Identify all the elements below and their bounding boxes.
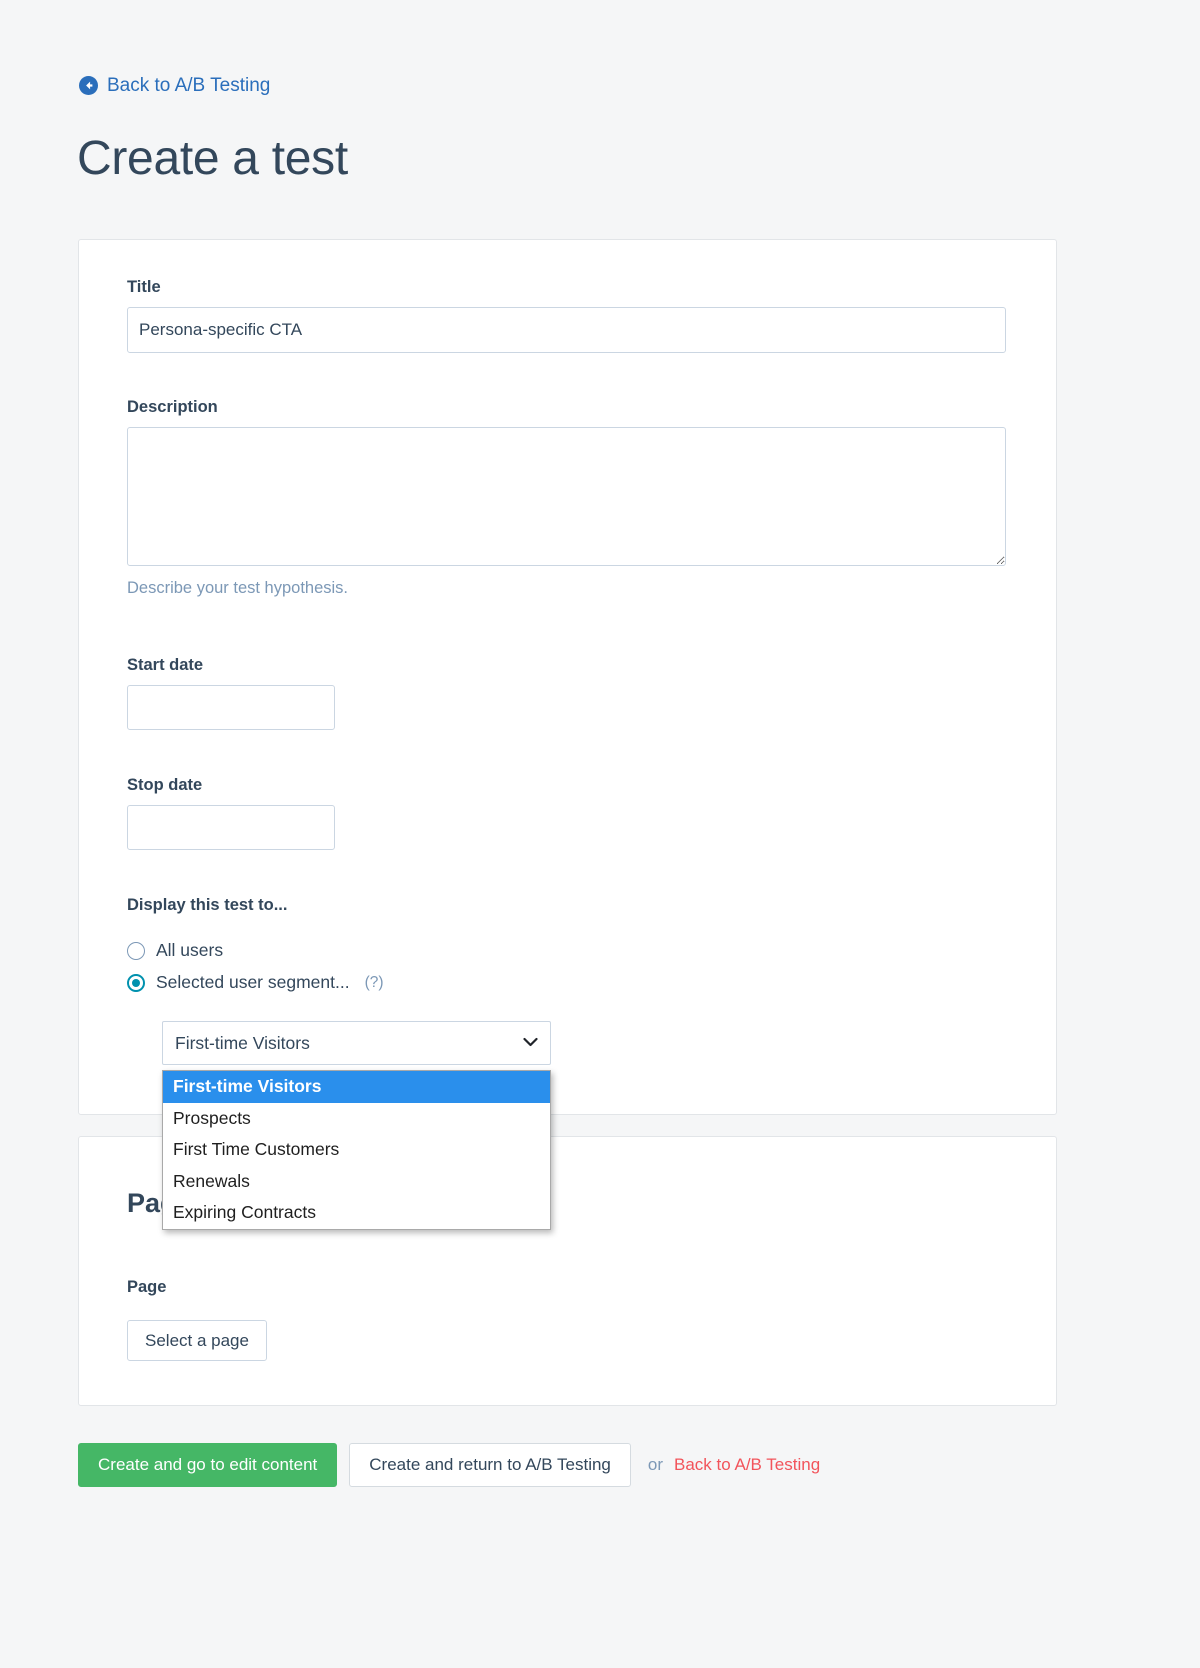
create-and-return-button[interactable]: Create and return to A/B Testing: [349, 1443, 631, 1487]
display-group-label: Display this test to...: [127, 896, 287, 915]
title-input[interactable]: [127, 307, 1006, 353]
radio-option-selected-segment[interactable]: Selected user segment... (?): [127, 974, 384, 992]
stop-date-label: Stop date: [127, 776, 202, 795]
cancel-back-link[interactable]: Back to A/B Testing: [674, 1455, 820, 1475]
create-and-edit-content-button[interactable]: Create and go to edit content: [78, 1443, 337, 1487]
dropdown-option[interactable]: Expiring Contracts: [163, 1197, 550, 1229]
dropdown-option[interactable]: First Time Customers: [163, 1134, 550, 1166]
segment-select-value: First-time Visitors: [175, 1033, 523, 1054]
segment-select[interactable]: First-time Visitors: [162, 1021, 551, 1065]
form-actions: Create and go to edit content Create and…: [78, 1443, 820, 1487]
chevron-down-icon: [523, 1034, 538, 1052]
or-separator: or: [648, 1455, 663, 1475]
dropdown-option[interactable]: Prospects: [163, 1103, 550, 1135]
description-textarea[interactable]: [127, 427, 1006, 566]
dropdown-option[interactable]: Renewals: [163, 1166, 550, 1198]
page-title: Create a test: [77, 131, 348, 186]
radio-unchecked-icon: [127, 942, 145, 960]
start-date-input[interactable]: [127, 685, 335, 730]
select-a-page-button[interactable]: Select a page: [127, 1320, 267, 1361]
back-link-label: Back to A/B Testing: [107, 76, 270, 95]
radio-checked-icon: [127, 974, 145, 992]
create-test-page: Back to A/B Testing Create a test Title …: [0, 0, 1200, 1668]
start-date-label: Start date: [127, 656, 203, 675]
stop-date-input[interactable]: [127, 805, 335, 850]
description-help-text: Describe your test hypothesis.: [127, 579, 348, 598]
radio-option-all-users[interactable]: All users: [127, 942, 223, 960]
segment-help-link[interactable]: (?): [365, 974, 384, 992]
back-to-ab-testing-link[interactable]: Back to A/B Testing: [79, 76, 270, 95]
arrow-left-circle-icon: [79, 76, 98, 95]
dropdown-option[interactable]: First-time Visitors: [163, 1071, 550, 1103]
description-field-label: Description: [127, 398, 218, 417]
page-field-label: Page: [127, 1278, 166, 1297]
title-field-label: Title: [127, 278, 161, 297]
radio-label-all-users: All users: [156, 942, 223, 960]
radio-label-selected-segment: Selected user segment...: [156, 974, 350, 992]
segment-select-dropdown[interactable]: First-time Visitors Prospects First Time…: [162, 1070, 551, 1230]
